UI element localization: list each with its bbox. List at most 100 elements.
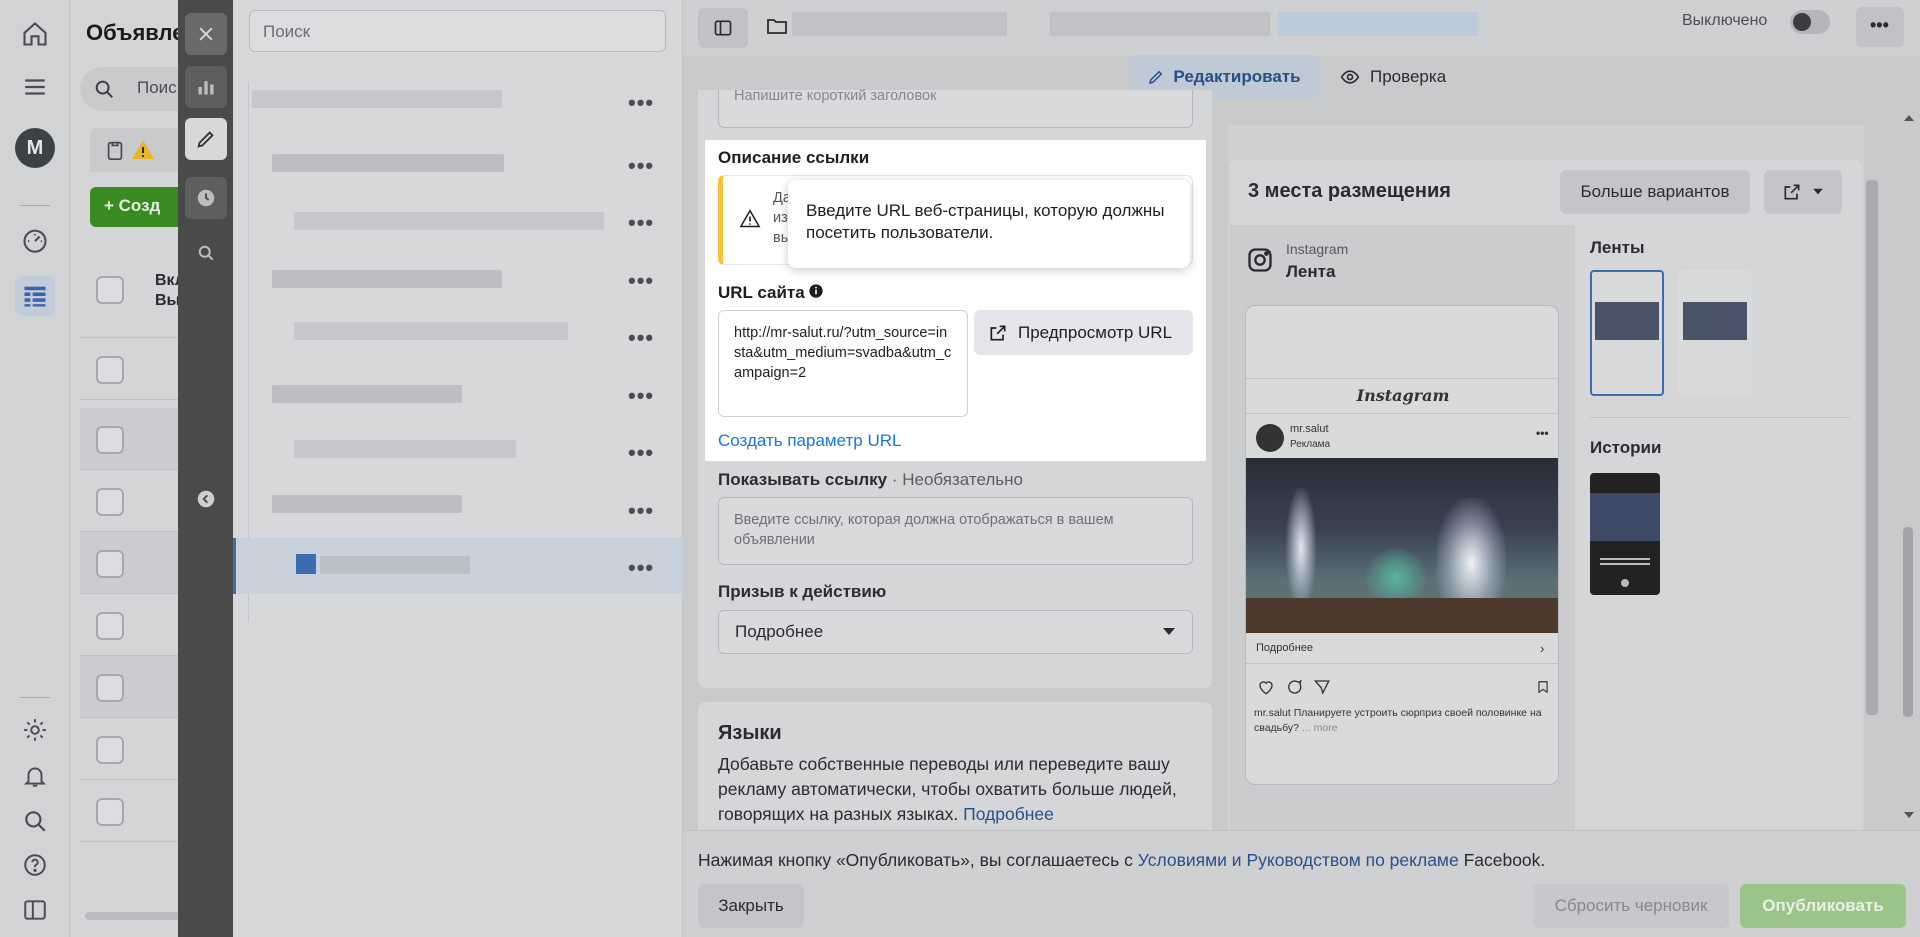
help-icon[interactable] (15, 845, 55, 885)
close-button[interactable]: Закрыть (698, 884, 804, 928)
more-icon[interactable]: ••• (628, 498, 654, 524)
publish-button[interactable]: Опубликовать (1740, 884, 1906, 928)
post-username: mr.salut (1290, 423, 1329, 435)
avatar (1256, 424, 1284, 452)
story-thumbnail[interactable] (1590, 473, 1660, 595)
website-url-input[interactable]: http://mr-salut.ru/?utm_source=insta&utm… (718, 310, 968, 417)
status-toggle[interactable] (1790, 10, 1830, 34)
tree-search-placeholder: Поиск (263, 22, 311, 41)
heart-icon[interactable] (1256, 678, 1276, 696)
preview-url-button[interactable]: Предпросмотр URL (974, 310, 1193, 355)
more-icon[interactable]: ••• (628, 90, 654, 116)
more-variants-button[interactable]: Больше вариантов (1560, 170, 1750, 214)
tree-item-campaign[interactable] (252, 90, 502, 108)
row-checkbox[interactable] (96, 674, 124, 702)
search-icon[interactable] (15, 801, 55, 841)
ads-table-icon[interactable] (15, 276, 55, 316)
create-button[interactable]: + Созд (90, 187, 190, 227)
review-tab[interactable]: Проверка (1340, 55, 1470, 99)
scroll-down-arrow[interactable] (1904, 812, 1914, 818)
eye-icon (1340, 70, 1360, 84)
sidebar-toggle-icon[interactable] (698, 8, 748, 48)
scroll-up-arrow[interactable] (1904, 115, 1914, 121)
instagram-logo: Instagram (1246, 378, 1558, 414)
folder-icon[interactable] (765, 14, 789, 38)
close-icon[interactable] (185, 13, 227, 55)
tree-item-adset[interactable] (272, 270, 502, 288)
more-options-button[interactable]: ••• (1856, 7, 1904, 47)
tree-item-adset[interactable] (272, 154, 504, 172)
row-checkbox[interactable] (96, 356, 124, 384)
tree-item-adset[interactable] (272, 495, 462, 513)
share-preview-button[interactable] (1764, 170, 1842, 214)
languages-card: Языки Добавьте собственные переводы или … (698, 702, 1212, 842)
url-help-tooltip: Введите URL веб-страницы, которую должны… (788, 180, 1190, 268)
feed-thumbnail-instagram[interactable] (1590, 270, 1664, 396)
placement-label: Лента (1286, 262, 1336, 281)
more-icon[interactable]: ••• (628, 440, 654, 466)
history-clock-icon[interactable] (185, 177, 227, 219)
row-checkbox[interactable] (96, 426, 124, 454)
info-icon[interactable] (808, 283, 824, 299)
more-icon[interactable]: ••• (628, 383, 654, 409)
cta-select[interactable]: Подробнее (718, 610, 1193, 654)
sponsored-label: Реклама (1290, 439, 1331, 450)
menu-icon[interactable] (15, 67, 55, 107)
display-link-label: Показывать ссылку · Необязательно (718, 470, 1023, 489)
select-all-checkbox[interactable] (96, 276, 124, 304)
placements-title: 3 места размещения (1248, 180, 1451, 202)
gear-icon[interactable] (15, 710, 55, 750)
create-url-parameter-link[interactable]: Создать параметр URL (718, 431, 901, 451)
languages-learn-more-link[interactable]: Подробнее (963, 804, 1054, 824)
post-cta[interactable]: Подробнее (1256, 642, 1313, 654)
feed-thumbnail-facebook[interactable] (1678, 270, 1752, 396)
share-icon[interactable] (1312, 678, 1332, 696)
editor-scrollbar[interactable] (1903, 527, 1913, 717)
collapse-chevron-icon[interactable] (185, 478, 227, 520)
terms-link[interactable]: Условиями и Руководством по рекламе (1138, 850, 1459, 870)
preview-scrollbar[interactable] (1866, 180, 1878, 715)
row-checkbox[interactable] (96, 550, 124, 578)
headline-input[interactable]: Напишите короткий заголовок (718, 88, 1193, 128)
row-checkbox[interactable] (96, 612, 124, 640)
comment-icon[interactable] (1284, 678, 1304, 696)
more-icon[interactable]: ••• (628, 325, 654, 351)
platform-label: Instagram (1286, 241, 1349, 257)
breadcrumb-adset[interactable] (1050, 12, 1270, 36)
warning-icon (132, 140, 154, 159)
pencil-icon[interactable] (185, 118, 227, 160)
cta-label: Призыв к действию (718, 582, 887, 601)
breadcrumb-campaign[interactable] (792, 12, 1007, 36)
dashboard-gauge-icon[interactable] (15, 220, 55, 260)
caret-down-icon (1163, 628, 1175, 635)
search-zoom-icon[interactable] (185, 232, 227, 274)
reset-draft-button[interactable]: Сбросить черновик (1533, 884, 1729, 928)
avatar[interactable]: M (15, 128, 55, 168)
tree-item-selected-ad[interactable] (233, 538, 683, 594)
chevron-right-icon: › (1540, 641, 1545, 656)
home-icon[interactable] (15, 14, 55, 54)
chart-bar-icon[interactable] (185, 66, 227, 108)
tree-item-ad[interactable] (294, 440, 516, 458)
bookmark-icon[interactable] (1536, 678, 1550, 696)
tree-item-ad[interactable] (294, 212, 604, 230)
tree-search-input[interactable] (249, 10, 666, 52)
tree-item-adset[interactable] (272, 385, 462, 403)
more-icon[interactable]: ••• (628, 268, 654, 294)
panel-toggle-icon[interactable] (15, 890, 55, 930)
more-icon[interactable]: ••• (628, 153, 654, 179)
post-more-icon[interactable]: ••• (1536, 426, 1549, 440)
horizontal-scrollbar[interactable] (85, 912, 180, 920)
row-checkbox[interactable] (96, 488, 124, 516)
more-icon[interactable]: ••• (628, 210, 654, 236)
row-checkbox[interactable] (96, 736, 124, 764)
clipboard-icon (107, 141, 123, 160)
page-title: Объявле (86, 20, 185, 45)
tree-item-ad[interactable] (294, 322, 568, 340)
row-checkbox[interactable] (96, 798, 124, 826)
more-icon[interactable]: ••• (628, 555, 654, 581)
warnings-tab[interactable] (90, 128, 190, 172)
bell-icon[interactable] (15, 756, 55, 796)
breadcrumb-ad[interactable] (1278, 12, 1478, 36)
display-link-input[interactable]: Введите ссылку, которая должна отображат… (718, 497, 1193, 565)
